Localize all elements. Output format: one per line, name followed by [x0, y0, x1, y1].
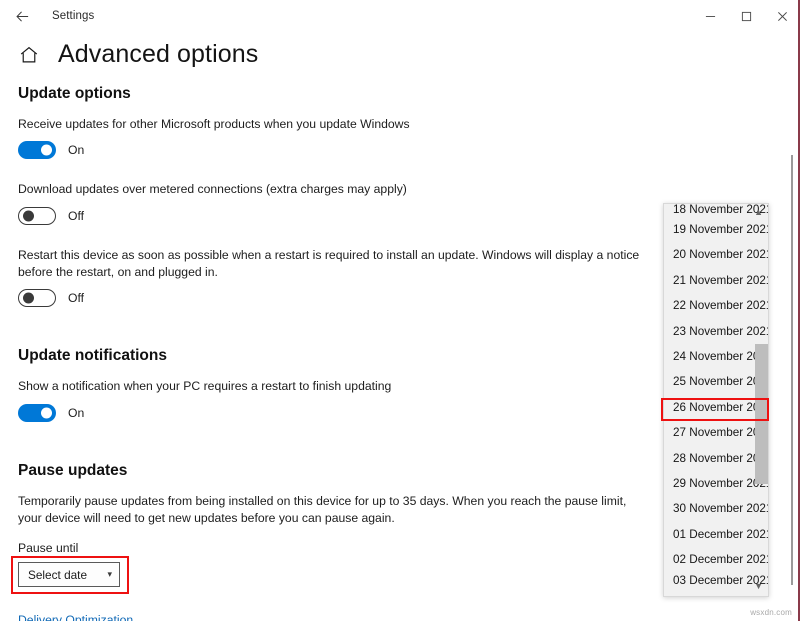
dropdown-scrollbar-track[interactable] — [755, 204, 768, 596]
chevron-down-icon: ▾ — [107, 569, 112, 580]
back-button[interactable] — [0, 1, 44, 31]
list-item[interactable]: 28 November 2021 — [664, 446, 768, 471]
list-item[interactable]: 01 December 2021 — [664, 522, 768, 547]
list-item[interactable]: 23 November 2021 — [664, 319, 768, 344]
list-item-selected[interactable]: 26 November 2021 — [664, 395, 768, 420]
title-bar: Settings — [0, 0, 800, 32]
pause-until-combobox[interactable]: Select date ▾ — [18, 562, 120, 588]
setting-label: Receive updates for other Microsoft prod… — [18, 117, 410, 131]
toggle-state-label: On — [68, 405, 85, 420]
setting-label: Show a notification when your PC require… — [18, 379, 392, 394]
maximize-icon — [741, 11, 751, 21]
toggle-knob — [23, 292, 34, 304]
list-item[interactable]: 03 December 2021 — [664, 572, 768, 585]
list-item[interactable]: 27 November 2021 — [664, 420, 768, 445]
arrow-left-icon — [15, 10, 28, 22]
section-heading-update-options: Update options — [18, 85, 131, 102]
date-dropdown-list[interactable]: ▲ ▼ 18 November 2021 19 November 2021 20… — [663, 203, 769, 597]
watermark: wsxdn.com — [750, 608, 792, 617]
setting-label: Download updates over metered connection… — [18, 182, 407, 197]
toggle-restart-device[interactable] — [18, 289, 56, 308]
pause-until-combo-wrap: Select date ▾ — [11, 556, 129, 595]
window-title: Settings — [52, 10, 95, 22]
list-item[interactable]: 25 November 2021 — [664, 369, 768, 394]
settings-window: Settings Advanced options Update options… — [0, 0, 800, 621]
list-item[interactable]: 20 November 2021 — [664, 242, 768, 267]
toggle-knob — [23, 210, 34, 222]
window-scrollbar-thumb[interactable] — [791, 155, 793, 585]
dropdown-scrollbar-thumb[interactable] — [755, 344, 768, 484]
list-item[interactable]: 29 November 2021 — [664, 471, 768, 496]
toggle-row[interactable]: On — [18, 141, 795, 160]
home-icon[interactable] — [18, 44, 40, 66]
minimize-button[interactable] — [692, 0, 728, 32]
toggle-knob — [41, 407, 52, 419]
toggle-show-notification[interactable] — [18, 403, 56, 422]
toggle-state-label: Off — [68, 208, 85, 223]
close-button[interactable] — [764, 0, 800, 32]
page-title: Advanced options — [58, 40, 259, 68]
page-header: Advanced options — [18, 40, 258, 69]
maximize-button[interactable] — [728, 0, 764, 32]
list-item[interactable]: 22 November 2021 — [664, 293, 768, 318]
close-icon — [777, 11, 787, 21]
setting-label: Restart this device as soon as possible … — [18, 247, 640, 279]
list-item[interactable]: 02 December 2021 — [664, 547, 768, 572]
toggle-receive-updates[interactable] — [18, 141, 56, 160]
toggle-metered-connections[interactable] — [18, 206, 56, 225]
combo-value: Select date — [28, 567, 88, 582]
link-delivery-optimization[interactable]: Delivery Optimization — [18, 613, 133, 621]
list-item[interactable]: 18 November 2021 — [664, 204, 768, 217]
setting-receive-updates: Receive updates for other Microsoft prod… — [18, 116, 795, 160]
list-item[interactable]: 30 November 2021 — [664, 496, 768, 521]
minimize-icon — [705, 15, 715, 17]
list-item[interactable]: 19 November 2021 — [664, 217, 768, 242]
list-item[interactable]: 24 November 2021 — [664, 344, 768, 369]
window-controls — [692, 0, 800, 32]
toggle-knob — [41, 144, 52, 156]
toggle-state-label: Off — [68, 291, 85, 306]
list-item[interactable]: 21 November 2021 — [664, 268, 768, 293]
pause-updates-description: Temporarily pause updates from being ins… — [18, 493, 627, 525]
toggle-state-label: On — [68, 143, 85, 158]
